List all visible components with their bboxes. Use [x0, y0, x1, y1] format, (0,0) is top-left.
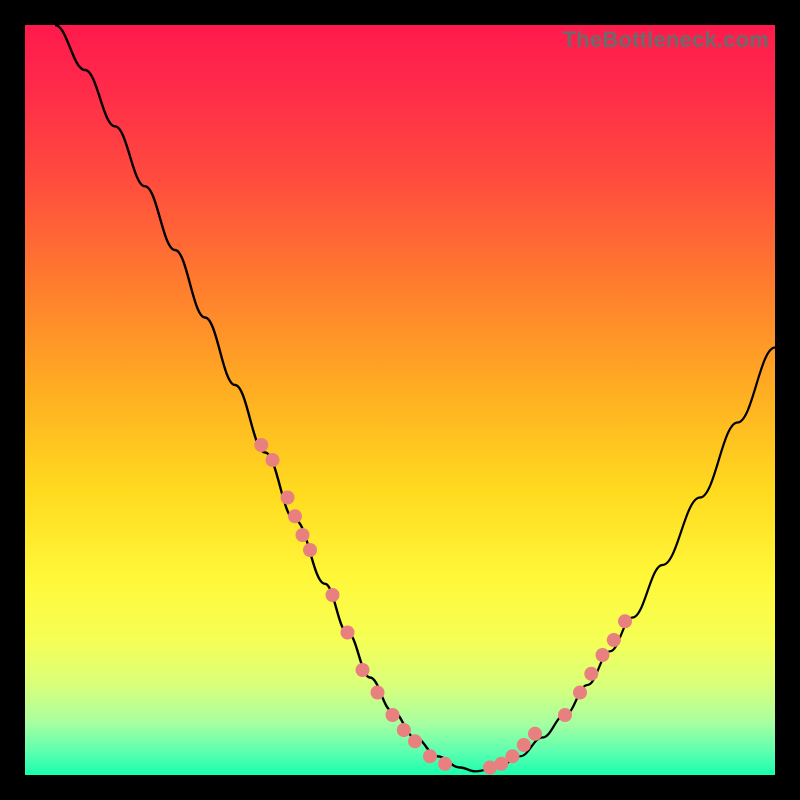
data-marker — [584, 667, 598, 681]
data-marker — [558, 708, 572, 722]
data-marker — [596, 648, 610, 662]
data-marker — [607, 633, 621, 647]
data-marker — [281, 491, 295, 505]
data-marker — [438, 757, 452, 771]
markers-right — [483, 614, 632, 774]
data-marker — [397, 723, 411, 737]
watermark-text: TheBottleneck.com — [563, 27, 769, 53]
chart-svg — [25, 25, 775, 775]
data-marker — [408, 734, 422, 748]
data-marker — [341, 626, 355, 640]
data-marker — [296, 528, 310, 542]
data-marker — [506, 749, 520, 763]
data-marker — [386, 708, 400, 722]
data-marker — [618, 614, 632, 628]
markers-left — [254, 438, 452, 771]
data-marker — [371, 686, 385, 700]
data-marker — [303, 543, 317, 557]
data-marker — [517, 738, 531, 752]
data-marker — [288, 509, 302, 523]
data-marker — [356, 663, 370, 677]
data-marker — [266, 453, 280, 467]
right-curve — [475, 348, 775, 772]
data-marker — [528, 727, 542, 741]
data-marker — [423, 749, 437, 763]
chart-outer-frame: TheBottleneck.com — [25, 25, 775, 775]
data-marker — [573, 686, 587, 700]
data-marker — [326, 588, 340, 602]
data-marker — [254, 438, 268, 452]
left-curve — [55, 25, 475, 771]
